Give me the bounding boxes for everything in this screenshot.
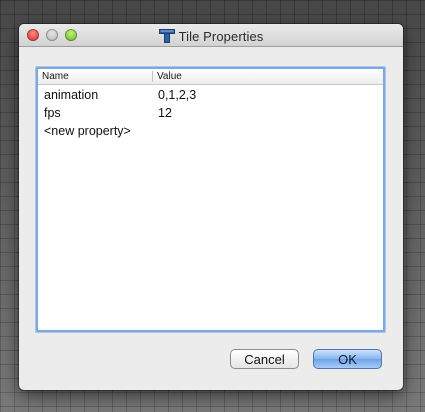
table-row[interactable]: fps 12 — [38, 104, 383, 122]
window-title-group: Tile Properties — [19, 28, 403, 44]
new-property-cell[interactable]: <new property> — [44, 124, 131, 138]
column-divider[interactable] — [152, 71, 153, 82]
properties-table[interactable]: Name Value animation 0,1,2,3 fps 12 <new… — [36, 67, 385, 332]
column-header-name[interactable]: Name — [42, 71, 69, 83]
tiled-app-icon — [158, 29, 175, 43]
property-value-cell[interactable]: 12 — [158, 106, 172, 120]
ok-button[interactable]: OK — [313, 349, 382, 369]
property-value-cell[interactable]: 0,1,2,3 — [158, 88, 196, 102]
title-bar[interactable]: Tile Properties — [19, 24, 403, 47]
table-row[interactable]: animation 0,1,2,3 — [38, 86, 383, 104]
window-title: Tile Properties — [178, 28, 264, 44]
table-header: Name Value — [38, 69, 383, 85]
column-header-value[interactable]: Value — [157, 71, 182, 83]
property-name-cell[interactable]: fps — [44, 106, 61, 120]
new-property-row[interactable]: <new property> — [38, 122, 383, 140]
cancel-button[interactable]: Cancel — [230, 349, 299, 369]
property-name-cell[interactable]: animation — [44, 88, 98, 102]
tile-properties-dialog: Tile Properties Name Value animation 0,1… — [19, 24, 403, 390]
